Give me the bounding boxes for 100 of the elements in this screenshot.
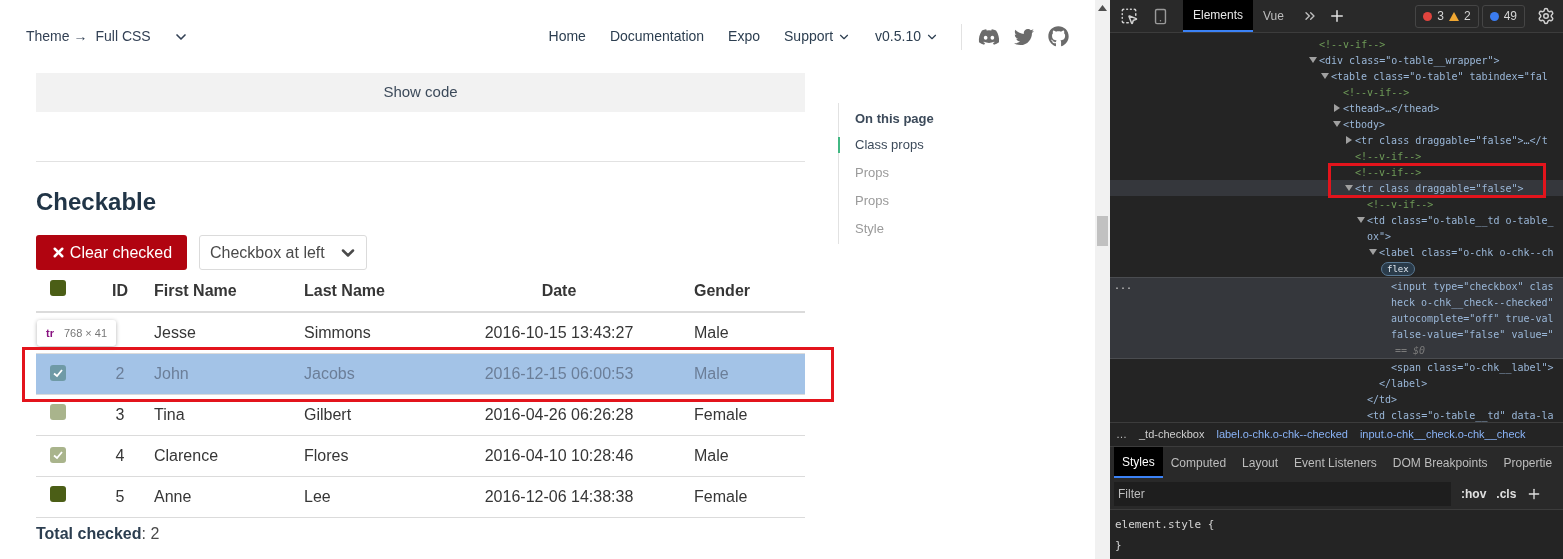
pane-tab[interactable]: Styles — [1114, 447, 1163, 478]
table-cell: Male — [694, 324, 729, 341]
table-cell: Tina — [154, 406, 185, 423]
code-line: <table class="o-table" tabindex="fal — [1331, 69, 1548, 84]
code-line: <tr class draggable="false"> — [1355, 181, 1524, 196]
table-cell: Male — [694, 365, 729, 382]
table-cell: Gilbert — [304, 406, 352, 423]
checkbox[interactable] — [50, 447, 66, 463]
code-line: <input type="checkbox" clas — [1391, 279, 1554, 294]
nav-link[interactable]: Documentation — [609, 26, 705, 47]
message-icon — [1489, 11, 1499, 21]
nav-link[interactable]: Home — [548, 26, 586, 47]
cat-icon[interactable] — [1048, 26, 1069, 47]
expanded-triangle-icon[interactable] — [1309, 56, 1317, 64]
expanded-triangle-icon[interactable] — [1321, 72, 1329, 80]
pane-tab[interactable]: DOM Breakpoints — [1384, 447, 1496, 478]
collapsed-triangle-icon[interactable] — [1333, 104, 1341, 112]
warning-count: 2 — [1463, 8, 1471, 25]
column-header[interactable]: Date — [541, 282, 577, 299]
more-options-icon[interactable]: ... — [1114, 278, 1133, 294]
style-rule: element.style { — [1115, 517, 1216, 533]
issues-counter[interactable]: 3 2 — [1415, 4, 1479, 28]
pane-tab[interactable]: Event Listeners — [1286, 447, 1385, 478]
error-icon — [1423, 11, 1433, 21]
warning-icon — [1448, 11, 1459, 21]
position-select[interactable]: Checkbox at left — [199, 235, 367, 270]
breadcrumb[interactable]: label.o-chk.o-chk--checked — [1216, 426, 1348, 443]
breadcrumb-overflow[interactable]: … — [1116, 426, 1127, 443]
inspect-icon[interactable] — [1120, 7, 1138, 25]
code-comment: <!--v-if--> — [1319, 37, 1386, 52]
filter-field[interactable]: Filter — [1114, 481, 1451, 506]
selected-node[interactable]: <tr class draggable="false"> — [1110, 180, 1563, 196]
collapsed-triangle-icon[interactable] — [1345, 136, 1353, 144]
bird-icon[interactable] — [1014, 26, 1034, 47]
close-icon — [50, 245, 66, 260]
table-cell: 2016-10-15 13:43:27 — [484, 324, 634, 341]
toc-link[interactable]: Class props — [855, 135, 924, 155]
table-cell: Flores — [304, 447, 349, 464]
pane-tab[interactable]: Computed — [1162, 447, 1235, 478]
checkmark-icon — [52, 367, 64, 379]
table-cell: Female — [694, 488, 748, 505]
device-icon[interactable] — [1152, 7, 1169, 25]
breadcrumb[interactable]: _td-checkbox — [1139, 426, 1205, 443]
code-line: <tbody> — [1343, 117, 1386, 132]
code-line: <thead>…</thead> — [1343, 101, 1440, 116]
clear-checked-button[interactable]: Clear checked — [36, 235, 187, 270]
code-line: <div class="o-table__wrapper"> — [1319, 53, 1500, 68]
messages-counter[interactable]: 49 — [1481, 4, 1525, 28]
message-count: 49 — [1503, 8, 1517, 25]
layout-badge[interactable]: flex — [1381, 261, 1415, 276]
expanded-triangle-icon[interactable] — [1357, 216, 1365, 224]
devtools-tab[interactable]: Vue — [1253, 0, 1294, 32]
style-toggle[interactable]: .cls — [1496, 484, 1517, 503]
nav-link[interactable]: Support — [784, 26, 852, 47]
scrollbar[interactable] — [1095, 0, 1110, 559]
table-cell: Anne — [154, 488, 192, 505]
style-toggle[interactable]: :hov — [1461, 484, 1487, 503]
expanded-triangle-icon[interactable] — [1369, 248, 1377, 256]
selected-node[interactable]: ... <input type="checkbox" clas heck o-chk__check--checked" autocomplete="off" true-val false-value="false" value=" == $0 — [1110, 277, 1563, 359]
code-comment: <!--v-if--> — [1367, 197, 1434, 212]
table-cell: Jacobs — [304, 365, 355, 382]
table-cell: 5 — [115, 488, 125, 505]
column-header[interactable]: Gender — [694, 282, 750, 299]
code-line: <label class="o-chk o-chk--ch — [1379, 245, 1554, 260]
table-cell: Jesse — [154, 324, 196, 341]
table-cell: 4 — [115, 447, 125, 464]
code-comment: <!--v-if--> — [1355, 165, 1422, 180]
code-line: <tr class draggable="false">…</t — [1355, 133, 1548, 148]
expanded-triangle-icon[interactable] — [1345, 184, 1353, 192]
theme-select[interactable]: Full CSS — [95, 26, 189, 47]
expanded-triangle-icon[interactable] — [1333, 120, 1341, 128]
checkbox[interactable] — [50, 280, 66, 296]
checkbox[interactable] — [50, 404, 66, 420]
code-line: <td class="o-table__td o-table_ — [1367, 213, 1554, 228]
devtools-tab[interactable]: Elements — [1183, 0, 1254, 32]
nav-link[interactable]: Expo — [728, 26, 760, 47]
column-header[interactable]: First Name — [154, 282, 237, 299]
table-cell: 2 — [115, 365, 125, 382]
style-rule-close: } — [1115, 538, 1123, 554]
nav-link[interactable]: v0.5.10 — [875, 26, 939, 47]
settings-icon[interactable] — [1537, 7, 1555, 25]
show-code-button[interactable]: Show code — [36, 73, 805, 112]
breadcrumb[interactable]: input.o-chk__check.o-chk__check — [1359, 426, 1526, 443]
error-count: 3 — [1437, 8, 1444, 25]
checkbox[interactable] — [50, 486, 66, 502]
checkbox[interactable] — [50, 365, 66, 381]
selection-note: == $0 — [1395, 343, 1426, 358]
column-header[interactable]: ID — [112, 282, 128, 299]
pane-tab[interactable]: Layout — [1234, 447, 1287, 478]
table-cell: 2016-04-10 10:28:46 — [484, 447, 634, 464]
table-cell: Simmons — [304, 324, 371, 341]
table-cell: 2016-12-15 06:00:53 — [484, 365, 634, 382]
scrollbar-thumb[interactable] — [1097, 216, 1108, 246]
column-header[interactable]: Last Name — [304, 282, 385, 299]
table-cell: Lee — [304, 488, 331, 505]
code-line: </label> — [1379, 376, 1428, 391]
table-cell: 2016-04-26 06:26:28 — [484, 406, 634, 423]
scroll-up-icon[interactable] — [1098, 5, 1107, 11]
pane-tab[interactable]: Propertie — [1495, 447, 1561, 478]
checkmark-icon — [52, 449, 64, 461]
